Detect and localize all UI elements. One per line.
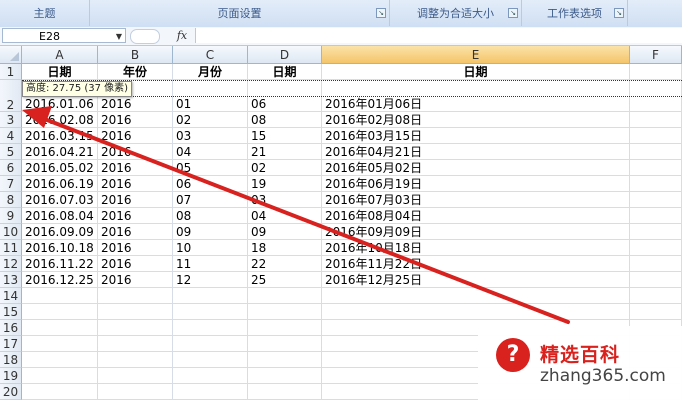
watermark: ? 精选百科 zhang365.com xyxy=(478,326,682,408)
watermark-title: 精选百科 xyxy=(540,344,621,366)
annotation-arrow-shaft xyxy=(40,116,570,324)
question-icon: ? xyxy=(496,338,530,372)
annotation-arrow-head xyxy=(22,106,52,128)
watermark-url: zhang365.com xyxy=(540,366,666,386)
